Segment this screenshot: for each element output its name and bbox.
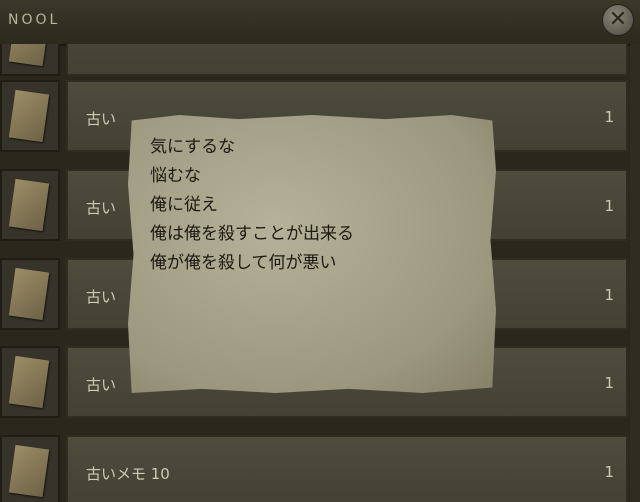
item-name: 古い [86, 288, 117, 306]
item-thumbnail [0, 80, 60, 152]
memo-line: 俺に従え [150, 195, 218, 215]
memo-icon [8, 444, 50, 498]
window-title: NOOL [8, 12, 61, 28]
item-quantity: 1 [604, 286, 614, 304]
memo-text: 気にするな 悩むな 俺に従え 俺は俺を殺すことが出来る 俺が俺を殺して何が悪い [150, 133, 354, 278]
item-thumbnail [0, 169, 60, 241]
memo-icon [8, 267, 50, 321]
memo-line: 悩むな [150, 166, 201, 186]
item-cell[interactable]: 古いメモ 10 1 [66, 435, 628, 502]
memo-icon [8, 355, 50, 409]
item-quantity: 1 [604, 374, 614, 392]
memo-icon [8, 178, 50, 232]
item-name: 古いメモ 10 [86, 465, 170, 483]
memo-popup[interactable]: 気にするな 悩むな 俺に従え 俺は俺を殺すことが出来る 俺が俺を殺して何が悪い [128, 115, 496, 393]
memo-line: 俺は俺を殺すことが出来る [150, 224, 354, 244]
memo-icon [8, 44, 50, 67]
item-name: 古い [86, 199, 117, 217]
item-name: 古い [86, 376, 117, 394]
scrollbar[interactable] [630, 44, 640, 502]
item-quantity: 1 [604, 197, 614, 215]
list-item[interactable]: 古いメモ 10 1 [0, 431, 640, 502]
close-icon: ✕ [608, 7, 628, 32]
item-quantity: 1 [604, 463, 614, 481]
memo-line: 気にするな [150, 137, 236, 157]
item-quantity: 1 [604, 108, 614, 126]
item-thumbnail [0, 44, 60, 76]
item-thumbnail [0, 346, 60, 418]
item-cell[interactable] [66, 44, 628, 76]
item-thumbnail [0, 435, 60, 502]
list-item[interactable] [0, 44, 640, 80]
memo-icon [8, 89, 50, 143]
memo-line: 俺が俺を殺して何が悪い [150, 253, 337, 273]
item-thumbnail [0, 258, 60, 330]
close-button[interactable]: ✕ [602, 4, 634, 36]
title-bar: NOOL ✕ [0, 0, 640, 46]
item-name: 古い [86, 110, 117, 128]
